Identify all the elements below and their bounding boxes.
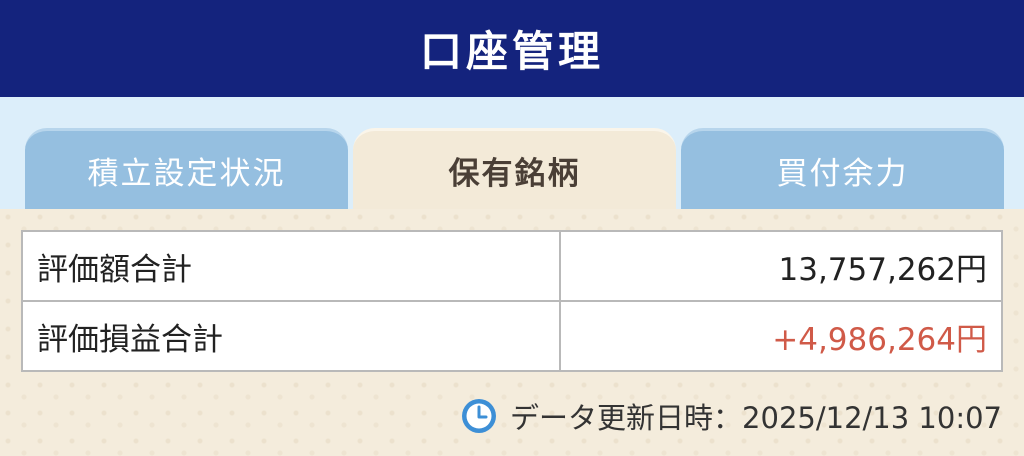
app-header: 口座管理 [0,0,1024,97]
clock-icon [460,397,498,435]
total-valuation-value: 13,757,262円 [559,230,1003,302]
tab-buying-power[interactable]: 買付余力 [681,128,1004,209]
total-valuation-label: 評価額合計 [21,230,561,302]
tab-savings-settings[interactable]: 積立設定状況 [25,128,348,209]
total-gain-loss-label: 評価損益合計 [21,300,561,372]
tab-holdings[interactable]: 保有銘柄 [353,128,676,209]
data-update-time: データ更新日時：2025/12/13 10:07 [460,394,1002,438]
valuation-summary-table: 評価額合計 13,757,262円 評価損益合計 +4,986,264円 [21,230,1003,372]
table-row: 評価額合計 13,757,262円 [21,230,1003,302]
table-row: 評価損益合計 +4,986,264円 [21,300,1003,372]
tab-bar: 積立設定状況 保有銘柄 買付余力 [0,97,1024,209]
update-time-text: データ更新日時：2025/12/13 10:07 [510,401,1002,435]
holdings-content: 評価額合計 13,757,262円 評価損益合計 +4,986,264円 データ… [0,209,1024,456]
total-gain-loss-value: +4,986,264円 [559,300,1003,372]
page-title: 口座管理 [419,27,604,76]
